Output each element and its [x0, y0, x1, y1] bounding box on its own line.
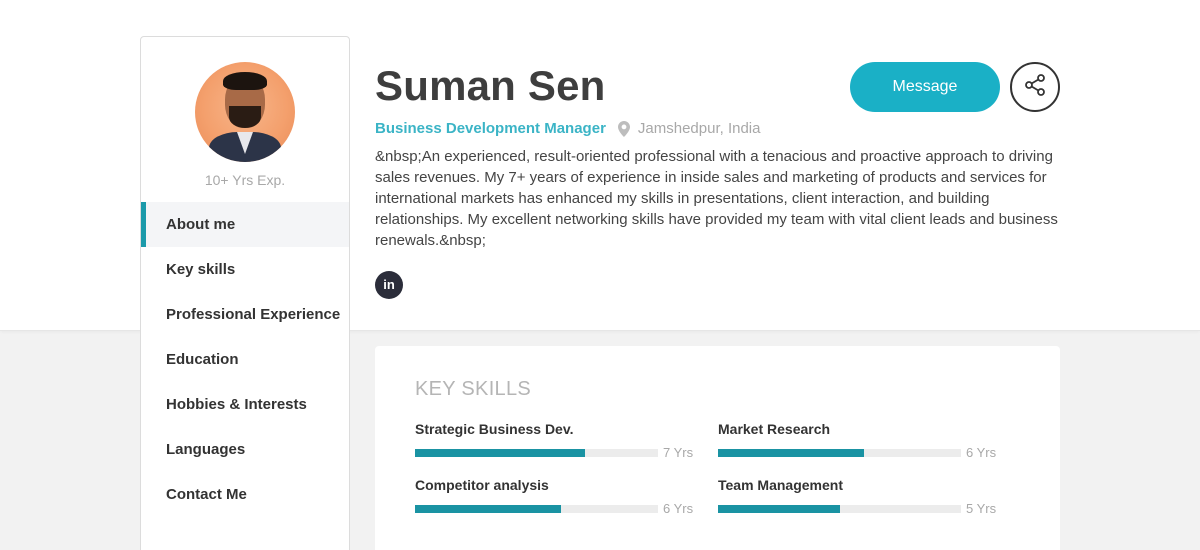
sidebar-item-education[interactable]: Education [141, 337, 349, 382]
title-line: Business Development Manager Jamshedpur,… [375, 120, 760, 137]
sidebar-nav: About me Key skills Professional Experie… [141, 202, 349, 517]
skill-bar [415, 504, 658, 513]
sidebar-item-hobbies[interactable]: Hobbies & Interests [141, 382, 349, 427]
skill-bar-fill [718, 448, 864, 457]
skill-years: 6 Yrs [966, 445, 997, 460]
share-button[interactable] [1010, 62, 1060, 112]
skill-item: Competitor analysis 6 Yrs [415, 477, 695, 516]
skill-item: Team Management 5 Yrs [718, 477, 998, 516]
location: Jamshedpur, India [637, 120, 761, 137]
skill-bar-fill [415, 448, 586, 457]
skill-item: Market Research 6 Yrs [718, 421, 998, 460]
sidebar-item-key-skills[interactable]: Key skills [141, 247, 349, 292]
sidebar-item-about-me[interactable]: About me [141, 202, 349, 247]
skill-name: Strategic Business Dev. [415, 421, 574, 437]
key-skills-heading: KEY SKILLS [415, 378, 532, 400]
skill-years: 6 Yrs [663, 501, 694, 516]
key-skills-card: KEY SKILLS Strategic Business Dev. 7 Yrs… [375, 346, 1060, 550]
skill-bar-fill [415, 504, 561, 513]
skill-name: Market Research [718, 421, 831, 437]
skill-item: Strategic Business Dev. 7 Yrs [415, 421, 695, 460]
skill-bar [718, 448, 961, 457]
sidebar-item-professional-experience[interactable]: Professional Experience [141, 292, 349, 337]
avatar [195, 62, 295, 162]
sidebar-item-contact-me[interactable]: Contact Me [141, 472, 349, 517]
skill-bar [718, 504, 961, 513]
skill-bar [415, 448, 658, 457]
message-button[interactable]: Message [850, 62, 1000, 112]
sidebar-item-languages[interactable]: Languages [141, 427, 349, 472]
job-title: Business Development Manager [375, 120, 606, 137]
skill-bar-fill [718, 504, 840, 513]
profile-name: Suman Sen [375, 62, 606, 109]
experience-label: 10+ Yrs Exp. [204, 172, 286, 188]
map-pin-icon [617, 120, 630, 137]
skill-name: Competitor analysis [415, 477, 549, 493]
share-icon [1023, 73, 1047, 102]
about-text: &nbsp;An experienced, result-oriented pr… [375, 148, 1058, 249]
profile-sidebar: 10+ Yrs Exp. About me Key skills Profess… [140, 36, 350, 550]
skill-years: 7 Yrs [663, 445, 694, 460]
skill-name: Team Management [718, 477, 843, 493]
linkedin-icon[interactable]: in [375, 271, 403, 299]
skill-years: 5 Yrs [966, 501, 997, 516]
